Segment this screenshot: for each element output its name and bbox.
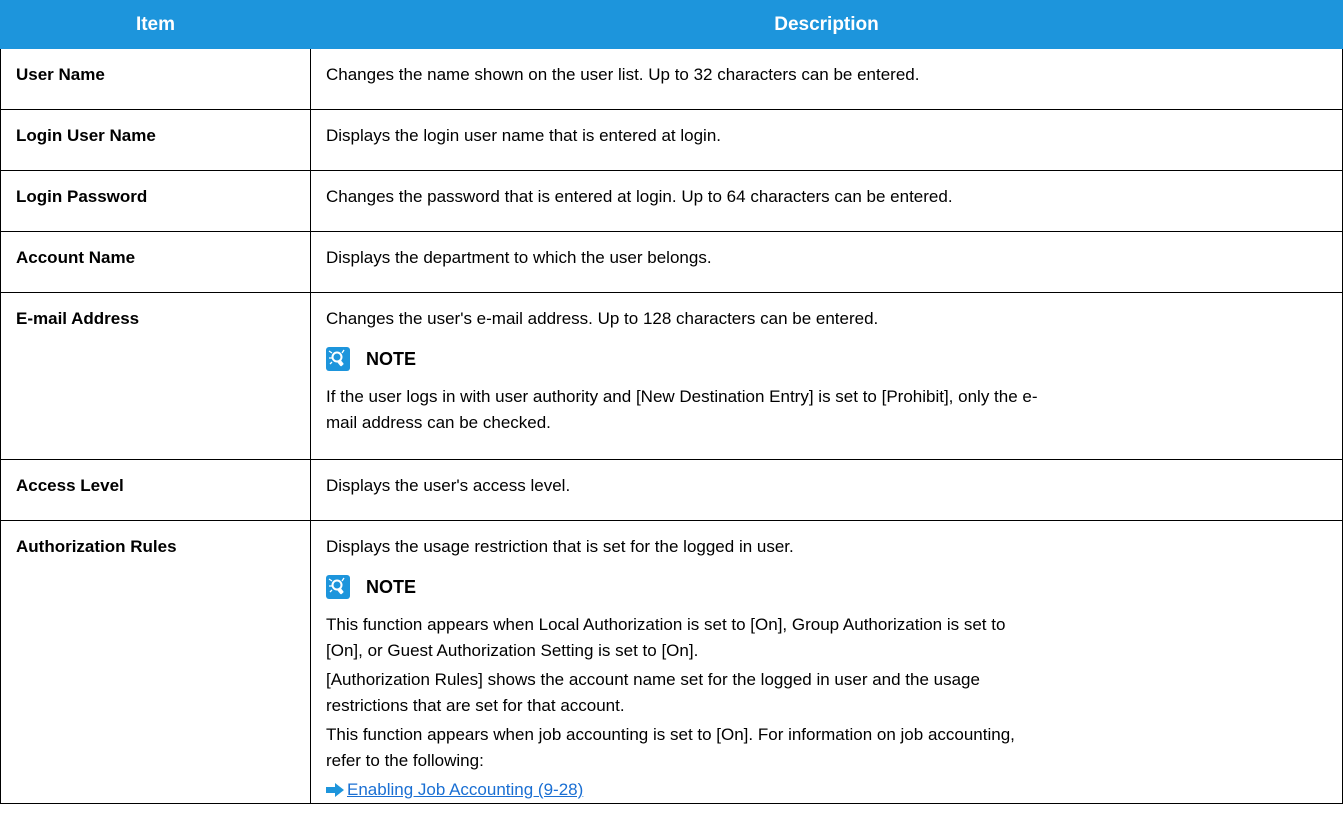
- row-item-label: Login Password: [0, 170, 311, 232]
- table-row: Login Password Changes the password that…: [0, 170, 1343, 232]
- row-item-label: E-mail Address: [0, 292, 311, 460]
- enabling-job-accounting-link[interactable]: Enabling Job Accounting (9-28): [347, 777, 583, 803]
- column-header-description: Description: [310, 0, 1343, 49]
- table-header-row: Item Description: [0, 0, 1343, 49]
- row-item-label: Authorization Rules: [0, 520, 311, 804]
- note-lightbulb-icon: [326, 574, 350, 599]
- cross-reference: Enabling Job Accounting (9-28): [326, 777, 1332, 803]
- row-item-label: User Name: [0, 48, 311, 110]
- note-lightbulb-icon: [326, 346, 350, 371]
- table-row: Authorization Rules Displays the usage r…: [0, 520, 1343, 804]
- row-description: Displays the department to which the use…: [310, 231, 1343, 293]
- table-row: Login User Name Displays the login user …: [0, 109, 1343, 171]
- row-description: Displays the login user name that is ent…: [310, 109, 1343, 171]
- user-property-table: Item Description User Name Changes the n…: [0, 0, 1343, 804]
- arrow-right-icon: [326, 783, 344, 797]
- row-description: Changes the name shown on the user list.…: [310, 48, 1343, 110]
- row-description: Changes the user's e-mail address. Up to…: [310, 292, 1343, 460]
- table-row: E-mail Address Changes the user's e-mail…: [0, 292, 1343, 460]
- note-heading: NOTE: [326, 573, 1332, 600]
- note-heading: NOTE: [326, 345, 1332, 372]
- row-item-label: Account Name: [0, 231, 311, 293]
- column-header-item: Item: [0, 0, 311, 49]
- table-row: Access Level Displays the user's access …: [0, 459, 1343, 521]
- table-row: User Name Changes the name shown on the …: [0, 48, 1343, 110]
- table-row: Account Name Displays the department to …: [0, 231, 1343, 293]
- row-item-label: Login User Name: [0, 109, 311, 171]
- row-description: Changes the password that is entered at …: [310, 170, 1343, 232]
- row-description: Displays the user's access level.: [310, 459, 1343, 521]
- row-item-label: Access Level: [0, 459, 311, 521]
- row-description: Displays the usage restriction that is s…: [310, 520, 1343, 804]
